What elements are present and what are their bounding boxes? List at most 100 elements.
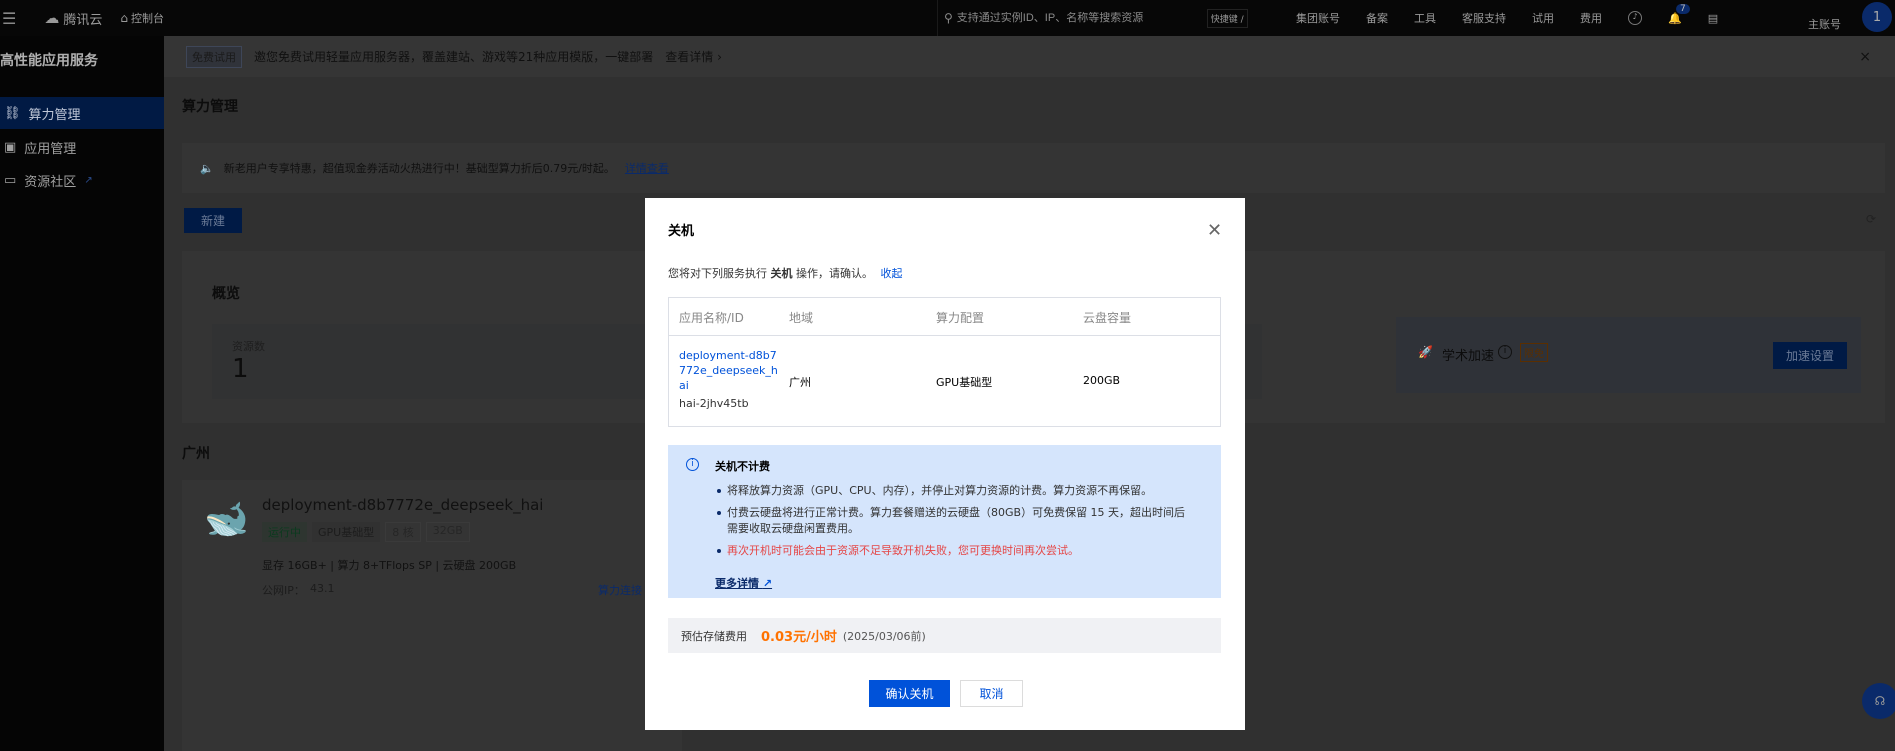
row-app-name[interactable]: deployment-d8b7772e_deepseek_hai [679, 348, 779, 393]
sidebar-item-community[interactable]: ▭ 资源社区 ↗ [0, 164, 164, 196]
row-app-id: hai-2jhv45tb [679, 397, 749, 410]
desc-prefix: 您将对下列服务执行 [668, 267, 767, 280]
notice-text: 新老用户专享特惠，超值现金券活动火热进行中！基础型算力折后0.79元/时起。 [223, 162, 615, 175]
nav-trial[interactable]: 试用 [1532, 10, 1554, 26]
info-box: i 关机不计费 将释放算力资源（GPU、CPU、内存），并停止对算力资源的计费。… [668, 445, 1221, 598]
nav-billing[interactable]: 费用 [1580, 10, 1602, 26]
page-title: 算力管理 [182, 99, 238, 115]
cores-tag: 8 核 [385, 522, 421, 542]
brand[interactable]: 腾讯云 [63, 9, 102, 28]
overview-title: 概览 [212, 286, 240, 302]
resource-count-value: 1 [232, 354, 249, 384]
cost-price: 0.03元/小时 [761, 630, 837, 645]
promo-banner: 免费试用 邀您免费试用轻量应用服务器，覆盖建站、游戏等21种应用模版，一键部署 … [164, 36, 1895, 77]
notice-bar: 🔈 新老用户专享特惠，超值现金券活动火热进行中！基础型算力折后0.79元/时起。… [182, 143, 1885, 193]
search-box[interactable]: ⚲ 快捷键 / [937, 0, 1277, 36]
status-badge: 运行中 [262, 522, 307, 542]
row-region: 广州 [789, 376, 811, 389]
rocket-icon: 🚀 [1418, 345, 1433, 359]
bell-icon[interactable]: 🔔 7 [1668, 3, 1690, 25]
app-icon: ▣ [4, 139, 17, 155]
top-navbar: ☰ ☁ 腾讯云 ⌂ 控制台 ⚲ 快捷键 / 集团账号 备案 工具 客服支持 试用… [0, 0, 1895, 36]
search-icon: ⚲ [944, 11, 953, 25]
refresh-icon[interactable]: ⟳ [1866, 212, 1876, 226]
sidebar-title: 高性能应用服务 [0, 53, 98, 69]
col-name: 应用名称/ID [679, 311, 744, 325]
desc-suffix: 操作，请确认。 [796, 267, 873, 280]
account-label[interactable]: 主账号 [1808, 16, 1841, 32]
instance-name[interactable]: deployment-d8b7772e_deepseek_hai [262, 496, 543, 514]
nav-group-account[interactable]: 集团账号 [1296, 10, 1340, 26]
nav-beian[interactable]: 备案 [1366, 10, 1388, 26]
cost-estimate: 预估存储费用 0.03元/小时 (2025/03/06前) [668, 618, 1221, 653]
more-details-link[interactable]: 更多详情 ↗ [715, 575, 772, 591]
nav-tools[interactable]: 工具 [1414, 10, 1436, 26]
memory-tag: 32GB [425, 522, 470, 542]
banner-link[interactable]: 查看详情 › [665, 48, 722, 65]
desc-action: 关机 [770, 267, 793, 280]
sidebar-item-apps[interactable]: ▣ 应用管理 [0, 131, 164, 163]
sidebar-item-label: 应用管理 [24, 141, 77, 157]
notice-link[interactable]: 详情查看 [625, 160, 669, 176]
nav-support[interactable]: 客服支持 [1462, 10, 1506, 26]
home-icon: ⌂ [120, 11, 128, 25]
col-disk: 云盘容量 [1083, 311, 1132, 325]
row-disk: 200GB [1083, 374, 1121, 387]
avatar[interactable]: 1 [1862, 2, 1892, 32]
sidebar-item-compute[interactable]: ⛓ 算力管理 [0, 97, 164, 129]
shutdown-dialog: 关机 ✕ 您将对下列服务执行 关机 操作，请确认。 收起 应用名称/ID 地域 … [645, 198, 1245, 730]
instance-card: 🐋 deployment-d8b7772e_deepseek_hai 运行中 G… [182, 480, 682, 751]
region-heading: 广州 [182, 446, 210, 462]
new-button[interactable]: 新建 [184, 208, 242, 233]
close-icon[interactable]: ✕ [1207, 220, 1222, 241]
cloud-logo-icon: ☁ [44, 9, 60, 27]
type-tag: GPU基础型 [312, 522, 381, 542]
resource-count-label: 资源数 [232, 340, 265, 353]
cost-label: 预估存储费用 [681, 629, 747, 643]
tiktok-icon[interactable]: ♪ [1628, 11, 1642, 25]
sidebar-item-label: 资源社区 [24, 174, 77, 190]
dialog-description: 您将对下列服务执行 关机 操作，请确认。 收起 [668, 265, 903, 281]
search-input[interactable] [956, 12, 1207, 24]
community-icon: ▭ [4, 172, 17, 188]
shortcut-hint: 快捷键 / [1206, 8, 1248, 28]
support-chat-button[interactable]: ☊ [1862, 683, 1895, 719]
ip-value: 43.1 [310, 582, 335, 595]
collapse-link[interactable]: 收起 [881, 267, 903, 280]
instance-tags: 运行中 GPU基础型 8 核 32GB [262, 522, 470, 542]
col-config: 算力配置 [936, 311, 985, 325]
service-table: 应用名称/ID 地域 算力配置 云盘容量 deployment-d8b7772e… [668, 297, 1221, 427]
cart-icon[interactable]: ▤ [1708, 12, 1718, 25]
menu-icon[interactable]: ☰ [2, 9, 16, 28]
notification-badge: 7 [1676, 3, 1690, 14]
sidebar-item-label: 算力管理 [28, 107, 81, 123]
info-title: 关机不计费 [715, 460, 770, 473]
table-row: deployment-d8b7772e_deepseek_hai hai-2jh… [669, 336, 1220, 426]
cancel-button[interactable]: 取消 [960, 680, 1023, 707]
dialog-title: 关机 [668, 224, 695, 239]
info-icon[interactable]: i [1498, 345, 1512, 359]
deepseek-whale-icon: 🐋 [204, 499, 249, 540]
accel-settings-button[interactable]: 加速设置 [1773, 342, 1847, 369]
accel-label: 学术加速 [1442, 349, 1495, 364]
external-link-icon: ↗ [762, 577, 773, 590]
info-item: 付费云硬盘将进行正常计费。算力套餐赠送的云硬盘（80GB）可免费保留 15 天，… [715, 505, 1195, 537]
table-header: 应用名称/ID 地域 算力配置 云盘容量 [669, 298, 1220, 336]
more-details-label: 更多详情 [715, 577, 759, 590]
banner-text: 邀您免费试用轻量应用服务器，覆盖建站、游戏等21种应用模版，一键部署 [254, 50, 654, 64]
console-link[interactable]: 控制台 [131, 10, 164, 26]
connect-link[interactable]: 算力连接 [598, 582, 642, 598]
row-config: GPU基础型 [936, 376, 993, 389]
free-badge: 限免 [1520, 343, 1548, 362]
compute-icon: ⛓ [4, 105, 21, 121]
confirm-shutdown-button[interactable]: 确认关机 [869, 680, 950, 707]
info-icon: i [686, 458, 699, 471]
free-trial-tag: 免费试用 [186, 45, 242, 68]
banner-close-icon[interactable]: × [1859, 49, 1871, 65]
info-item: 将释放算力资源（GPU、CPU、内存），并停止对算力资源的计费。算力资源不再保留… [715, 483, 1195, 499]
cost-note: (2025/03/06前) [842, 629, 926, 643]
col-region: 地域 [789, 311, 814, 325]
accel-box: 🚀 学术加速 i 限免 加速设置 [1396, 317, 1861, 393]
info-warning: 再次开机时可能会由于资源不足导致开机失败，您可更换时间再次尝试。 [715, 543, 1195, 559]
top-nav: 集团账号 备案 工具 客服支持 试用 费用 ♪ 🔔 7 ▤ [1296, 0, 1718, 36]
